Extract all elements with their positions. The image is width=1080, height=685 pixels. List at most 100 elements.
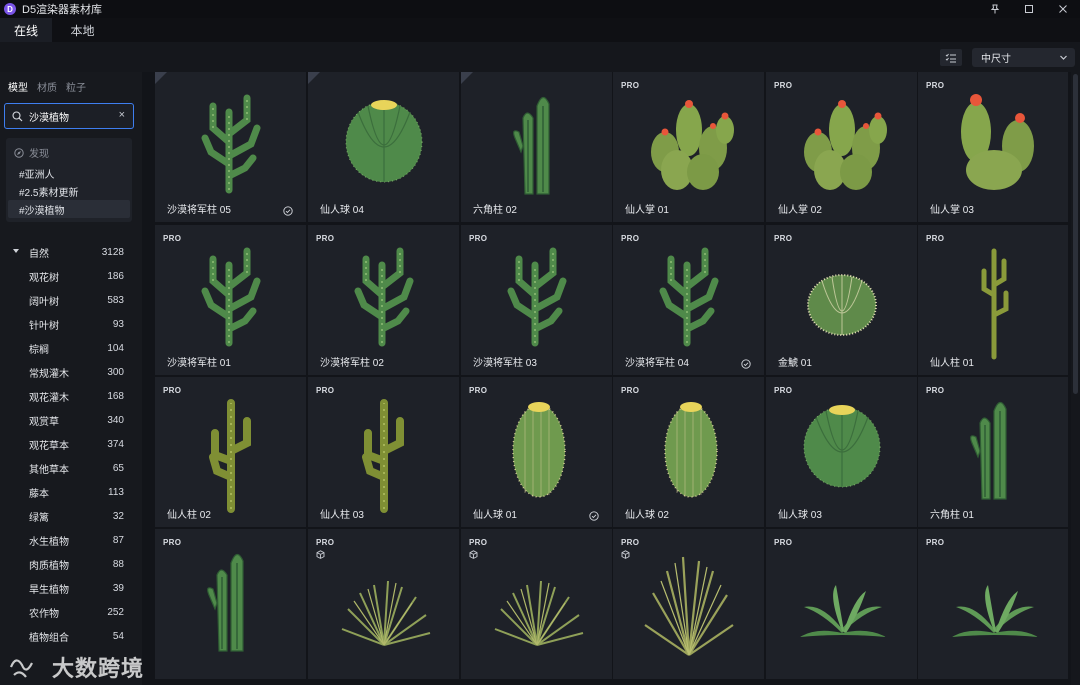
- category-name: 阔叶树: [29, 296, 59, 308]
- subtab-material[interactable]: 材质: [37, 79, 57, 94]
- asset-card[interactable]: PRO: [155, 529, 306, 679]
- app-logo-letter: D: [7, 4, 13, 14]
- subtab-model[interactable]: 模型: [8, 79, 28, 94]
- category-count: 88: [112, 558, 124, 570]
- suggestions-header: 发现: [14, 145, 49, 160]
- asset-card[interactable]: PRO: [918, 529, 1068, 679]
- asset-name: 仙人柱 02: [167, 510, 211, 521]
- asset-card[interactable]: PRO 仙人柱 03: [308, 377, 459, 527]
- category-name: 其他草本: [29, 464, 69, 476]
- scrollbar-thumb[interactable]: [1073, 74, 1078, 394]
- asset-card[interactable]: PRO 沙漠将军柱 01: [155, 225, 306, 375]
- subtab-particle[interactable]: 粒子: [66, 79, 86, 94]
- category-name: 绿篱: [29, 512, 49, 524]
- pro-badge: PRO: [774, 234, 793, 243]
- asset-name: 仙人柱 03: [320, 510, 364, 521]
- category-item[interactable]: 水生植物 87: [0, 528, 142, 552]
- asset-card[interactable]: 六角柱 02: [461, 72, 612, 222]
- downloaded-check-icon: [589, 511, 599, 521]
- category-item[interactable]: 其他草本 65: [0, 456, 142, 480]
- category-item[interactable]: 观赏草 340: [0, 408, 142, 432]
- search-icon: [12, 110, 23, 121]
- pro-badge: PRO: [316, 386, 335, 395]
- asset-card[interactable]: PRO 仙人掌 03: [918, 72, 1068, 222]
- category-item[interactable]: 农作物 252: [0, 600, 142, 624]
- asset-thumbnail: [341, 580, 431, 646]
- suggestion-item[interactable]: #沙漠植物: [8, 200, 130, 218]
- cube-icon: [469, 550, 478, 559]
- asset-card[interactable]: PRO: [461, 529, 612, 679]
- asset-card[interactable]: PRO 仙人球 01: [461, 377, 612, 527]
- asset-thumbnail: [644, 556, 734, 656]
- asset-thumbnail: [507, 247, 567, 347]
- pro-badge: PRO: [621, 538, 640, 547]
- asset-card[interactable]: PRO: [766, 529, 917, 679]
- window-controls: [978, 0, 1080, 18]
- asset-card[interactable]: 仙人球 04: [308, 72, 459, 222]
- asset-card[interactable]: PRO: [308, 529, 459, 679]
- asset-name: 仙人球 02: [625, 510, 669, 521]
- asset-name: 沙漠将军柱 05: [167, 205, 231, 216]
- asset-card[interactable]: 沙漠将军柱 05: [155, 72, 306, 222]
- category-item[interactable]: 观花灌木 168: [0, 384, 142, 408]
- pin-button[interactable]: [978, 0, 1012, 18]
- category-name: 自然: [29, 248, 49, 260]
- asset-card[interactable]: PRO 沙漠将军柱 02: [308, 225, 459, 375]
- filter-button[interactable]: [940, 49, 962, 66]
- asset-card[interactable]: PRO 仙人柱 01: [918, 225, 1068, 375]
- maximize-icon: [1025, 5, 1033, 13]
- category-item[interactable]: 棕榈 104: [0, 336, 142, 360]
- asset-thumbnail: [207, 553, 244, 652]
- category-item[interactable]: 植物组合 54: [0, 624, 142, 648]
- suggestion-item[interactable]: #2.5素材更新: [8, 182, 130, 200]
- clear-search-icon[interactable]: ×: [119, 109, 125, 121]
- search-input[interactable]: 沙漠植物 ×: [4, 103, 134, 129]
- compass-icon: [14, 147, 24, 158]
- app-logo: D: [4, 3, 16, 15]
- close-window-button[interactable]: [1046, 0, 1080, 18]
- toolbar: 中尺寸: [0, 42, 1080, 72]
- search-value: 沙漠植物: [29, 112, 69, 124]
- asset-card[interactable]: PRO 仙人掌 02: [766, 72, 917, 222]
- pro-badge: PRO: [316, 234, 335, 243]
- asset-thumbnail: [981, 248, 1009, 360]
- category-name: 肉质植物: [29, 560, 69, 572]
- asset-card[interactable]: PRO 沙漠将军柱 04: [613, 225, 764, 375]
- pro-badge: PRO: [163, 234, 182, 243]
- category-name: 农作物: [29, 608, 59, 620]
- category-item[interactable]: 针叶树 93: [0, 312, 142, 336]
- size-select[interactable]: 中尺寸: [972, 48, 1075, 67]
- category-item[interactable]: 常规灌木 300: [0, 360, 142, 384]
- category-name: 旱生植物: [29, 584, 69, 596]
- suggestions-header-label: 发现: [29, 149, 49, 160]
- asset-card[interactable]: PRO 沙漠将军柱 03: [461, 225, 612, 375]
- category-item[interactable]: 观花草本 374: [0, 432, 142, 456]
- category-item[interactable]: 旱生植物 39: [0, 576, 142, 600]
- maximize-button[interactable]: [1012, 0, 1046, 18]
- asset-thumbnail: [362, 399, 404, 513]
- asset-card[interactable]: PRO: [613, 529, 764, 679]
- category-item[interactable]: 绿篱 32: [0, 504, 142, 528]
- category-item[interactable]: 阔叶树 583: [0, 288, 142, 312]
- tab-online[interactable]: 在线: [0, 18, 52, 42]
- category-root[interactable]: 自然 3128: [0, 240, 142, 264]
- category-count: 54: [112, 630, 124, 642]
- asset-card[interactable]: PRO 仙人柱 02: [155, 377, 306, 527]
- scrollbar[interactable]: [1071, 72, 1080, 685]
- category-item[interactable]: 肉质植物 88: [0, 552, 142, 576]
- asset-thumbnail: [664, 402, 718, 498]
- category-item[interactable]: 观花树 186: [0, 264, 142, 288]
- pro-badge: PRO: [774, 386, 793, 395]
- asset-card[interactable]: PRO 仙人球 03: [766, 377, 917, 527]
- suggestion-item[interactable]: #亚洲人: [8, 164, 130, 182]
- asset-card[interactable]: PRO 仙人掌 01: [613, 72, 764, 222]
- category-item[interactable]: 藤本 113: [0, 480, 142, 504]
- pin-icon: [990, 4, 1000, 14]
- asset-name: 六角柱 02: [473, 205, 517, 216]
- tab-local[interactable]: 本地: [55, 18, 110, 42]
- pro-badge: PRO: [163, 538, 182, 547]
- asset-card[interactable]: PRO 仙人球 02: [613, 377, 764, 527]
- asset-card[interactable]: PRO 金鯱 01: [766, 225, 917, 375]
- asset-card[interactable]: PRO 六角柱 01: [918, 377, 1068, 527]
- search-suggestions: 发现 #亚洲人 #2.5素材更新 #沙漠植物: [6, 138, 132, 222]
